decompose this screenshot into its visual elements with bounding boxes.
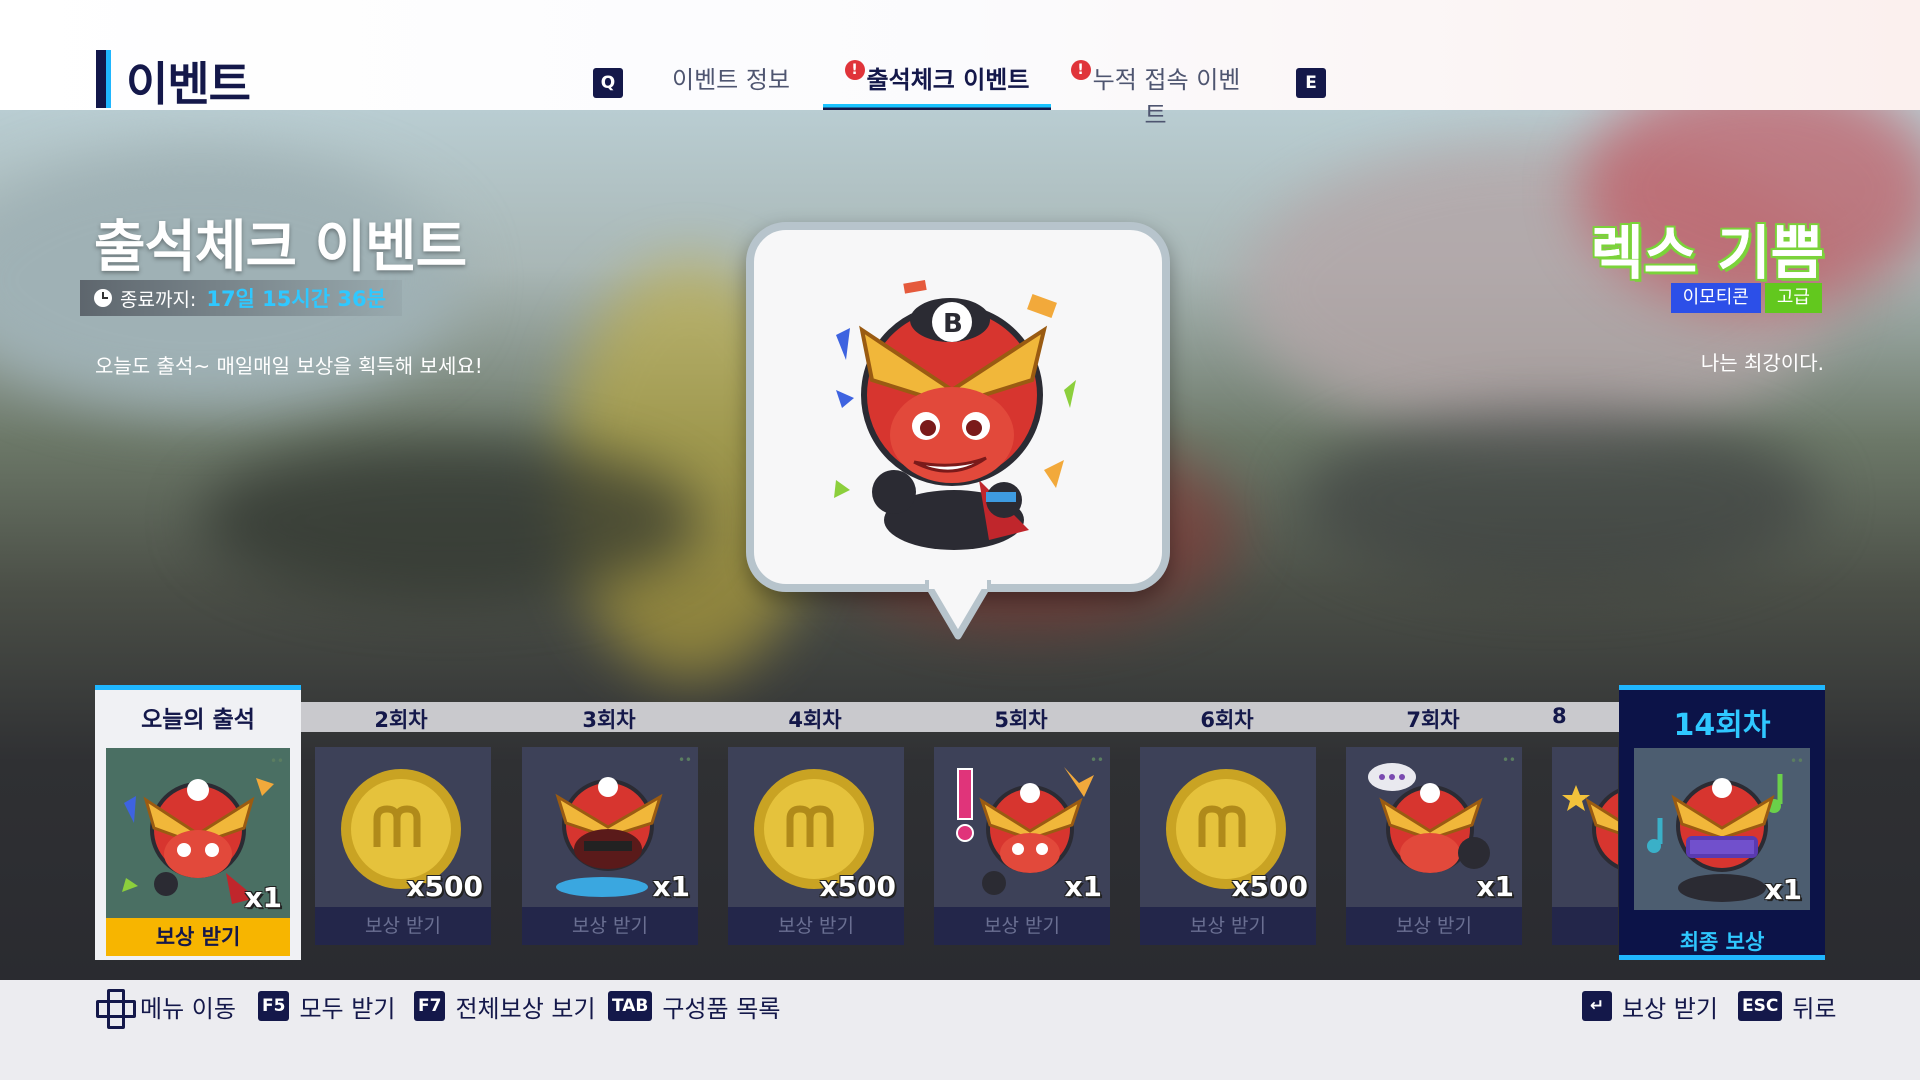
claim-reward-button[interactable]: 보상 받기 [1140,907,1316,945]
item-grade-badge: 고급 [1764,283,1822,313]
reward-quantity: x1 [244,881,282,914]
bubble-tail [925,580,991,640]
final-day-label: 14회차 [1673,708,1771,743]
claim-reward-button[interactable]: 보상 받기 [934,907,1110,945]
hint-label: 보상 받기 [1622,994,1718,1023]
reward-image: • • x1 [934,747,1110,907]
claim-reward-button[interactable]: 보상 받기 [522,907,698,945]
clock-icon [94,289,112,307]
timer-label: 종료까지: [120,288,197,311]
day-label: 4회차 [788,708,842,732]
day-label: 3회차 [582,708,636,732]
reward-quantity: x1 [652,870,690,903]
final-reward-card[interactable]: 14회차 • • x1 최종 보상 [1619,685,1825,960]
reward-card-day-5[interactable]: • • x1 보상 받기 [934,747,1110,945]
reward-image: • • x1 [1346,747,1522,907]
event-description: 오늘도 출석~ 매일매일 보상을 획득해 보세요! [95,354,483,378]
claim-reward-button[interactable]: 보상 받기 [1346,907,1522,945]
reward-quantity: x500 [406,870,483,903]
day-label: 8 [1552,704,1567,728]
reward-card-day-6[interactable]: x500 보상 받기 [1140,747,1316,945]
today-label: 오늘의 출석 [141,707,255,733]
rex-joy-emoticon-icon: B [834,279,1076,550]
hint-menu-move[interactable]: 메뉴 이동 [96,989,236,1029]
prev-tab-key[interactable]: Q [593,68,623,98]
item-category-badge: 이모티콘 [1670,283,1761,313]
title-accent-bar [96,50,111,108]
hint-claim-all[interactable]: F5 모두 받기 [258,990,396,1023]
ellipsis-icon: • • [1090,753,1104,767]
hint-label: 전체보상 보기 [455,994,596,1023]
reward-image [1552,747,1618,907]
f5-key-icon: F5 [258,991,290,1021]
tab-label: 출석체크 이벤트 [866,66,1030,94]
alert-icon: ! [844,60,865,80]
item-tags: 이모티콘 고급 [1670,283,1822,313]
reward-quantity: x1 [1764,873,1802,906]
reward-quantity: x500 [1231,870,1308,903]
alert-icon: ! [1070,60,1091,80]
svg-text:B: B [943,309,963,339]
f7-key-icon: F7 [414,991,446,1021]
reward-card-day-4[interactable]: x500 보상 받기 [728,747,904,945]
reward-quantity: x1 [1064,870,1102,903]
reward-card-day-3[interactable]: • • x1 보상 받기 [522,747,698,945]
reward-image: x500 [1140,747,1316,907]
hint-label: 모두 받기 [299,994,396,1023]
day-label: 7회차 [1406,708,1460,732]
item-name: 렉스 기쁨 [1590,219,1824,287]
tab-attendance-event[interactable]: ! 출석체크 이벤트 [823,60,1051,110]
reward-image: x500 [315,747,491,907]
tab-cumulative-login-event[interactable]: ! 누적 접속 이벤트 [1064,60,1247,129]
next-tab-key[interactable]: E [1296,68,1326,98]
event-timer: 종료까지: 17일 15시간 36분 [80,280,402,316]
reward-card-day-7[interactable]: • • x1 보상 받기 [1346,747,1522,945]
hint-label: 구성품 목록 [662,994,781,1023]
day-label: 6회차 [1200,708,1254,732]
esc-key-icon: ESC [1738,991,1783,1021]
reward-card-day-2[interactable]: x500 보상 받기 [315,747,491,945]
tab-event-info[interactable]: 이벤트 정보 [668,60,794,110]
day-label: 5회차 [994,708,1048,732]
enter-key-icon: ↵ [1582,991,1612,1021]
today-reward-card[interactable]: 오늘의 출석 • • x1 보상 받기 [95,685,301,960]
item-description: 나는 최강이다. [1700,351,1824,375]
tab-key-icon: TAB [608,991,653,1021]
reward-card-day-8[interactable]: 보 [1552,747,1618,945]
hint-claim-reward[interactable]: ↵ 보상 받기 [1582,990,1718,1023]
emoticon-preview-bubble: B [746,222,1170,592]
hint-view-all-rewards[interactable]: F7 전체보상 보기 [414,990,596,1023]
reward-quantity: x500 [819,870,896,903]
ellipsis-icon: • • [1502,753,1516,767]
final-reward-button[interactable]: 최종 보상 [1619,926,1825,956]
hint-label: 뒤로 [1792,994,1837,1023]
ellipsis-icon: • • [1790,754,1804,768]
timer-value: 17일 15시간 36분 [206,287,386,311]
claim-reward-button[interactable]: 보상 받기 [106,918,290,956]
ellipsis-icon: • • [270,754,284,768]
hint-label: 메뉴 이동 [140,994,236,1023]
dpad-icon [96,989,136,1029]
claim-reward-button[interactable]: 보상 받기 [728,907,904,945]
reward-image: • • x1 [522,747,698,907]
ellipsis-icon: • • [678,753,692,767]
reward-quantity: x1 [1476,870,1514,903]
tab-label: 이벤트 정보 [671,66,791,94]
reward-image: x500 [728,747,904,907]
rex-star-emoticon-icon [1562,785,1618,870]
claim-reward-button[interactable]: 보 [1552,907,1618,945]
hint-back[interactable]: ESC 뒤로 [1738,990,1837,1023]
hint-component-list[interactable]: TAB 구성품 목록 [608,990,781,1023]
claim-reward-button[interactable]: 보상 받기 [315,907,491,945]
event-title: 출석체크 이벤트 [94,215,467,280]
reward-image: • • x1 [106,748,290,918]
reward-image: • • x1 [1634,748,1810,910]
page-title: 이벤트 [126,57,251,111]
day-label: 2회차 [374,708,428,732]
